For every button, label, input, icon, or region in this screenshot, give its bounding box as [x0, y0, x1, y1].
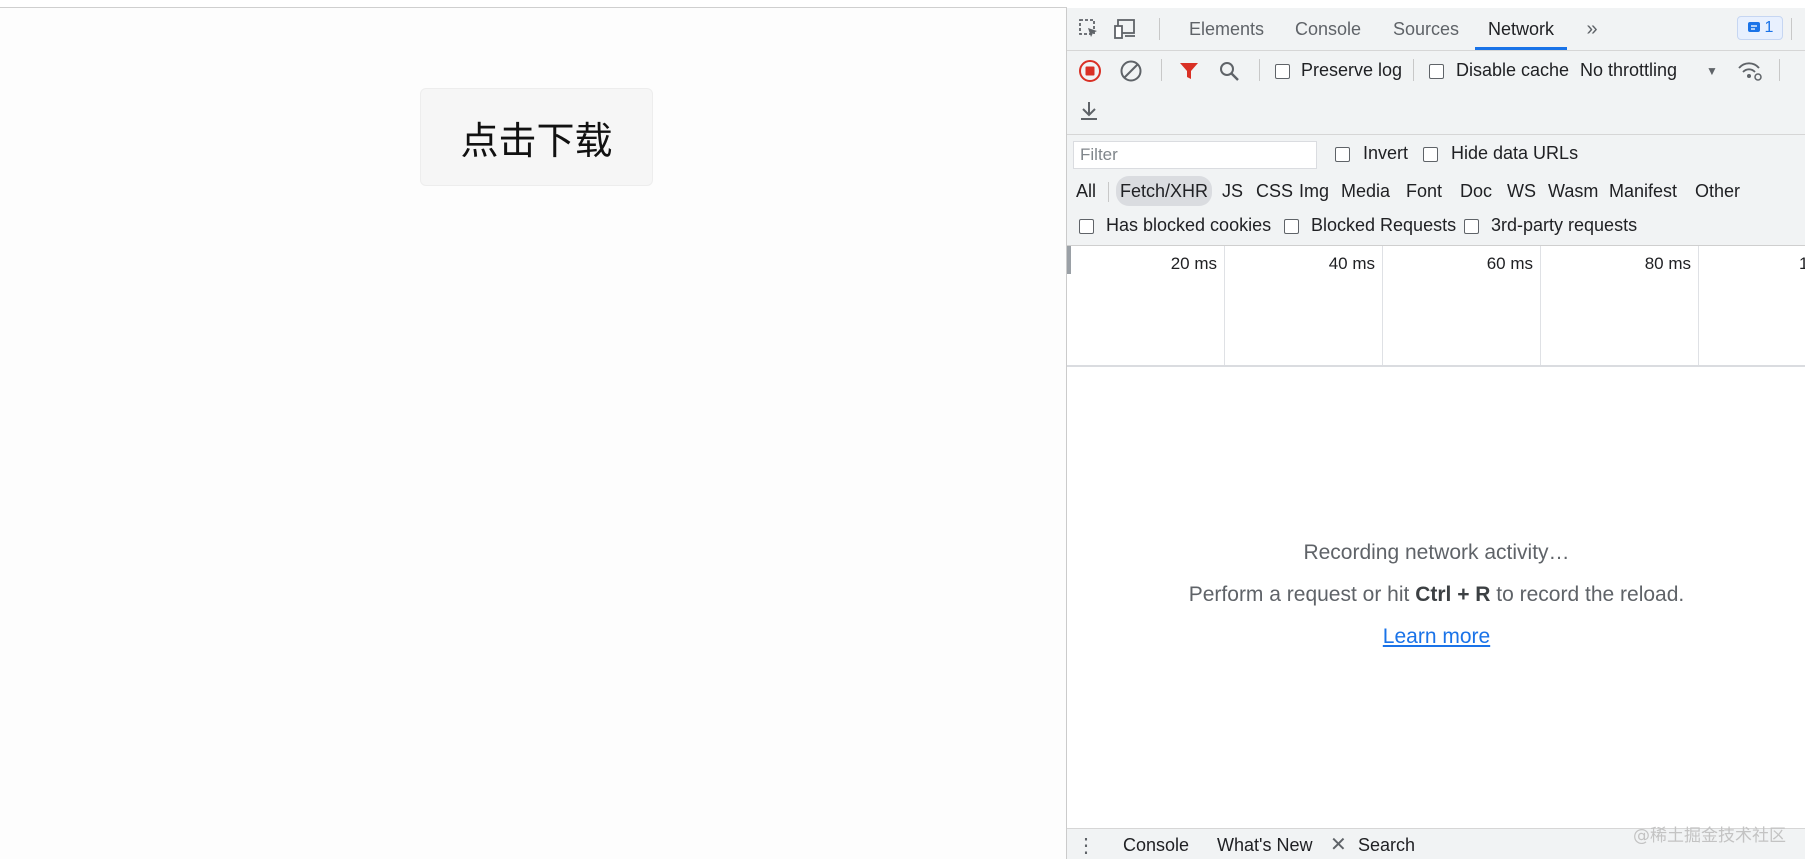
- devtools-tab-strip: Elements Console Sources Network » 1: [1067, 8, 1805, 51]
- timeline-tick-label: 1: [1799, 254, 1805, 274]
- type-filter-css[interactable]: CSS: [1252, 176, 1297, 206]
- watermark: @稀土掘金技术社区: [1633, 826, 1786, 846]
- type-filter-ws[interactable]: WS: [1503, 176, 1540, 206]
- type-filter-js[interactable]: JS: [1218, 176, 1247, 206]
- search-icon[interactable]: [1217, 59, 1241, 83]
- inspect-element-icon[interactable]: [1077, 17, 1101, 41]
- timeline-tick-label: 80 ms: [1644, 254, 1691, 273]
- type-filter-all[interactable]: All: [1072, 176, 1100, 206]
- timeline-overview[interactable]: 20 ms 40 ms 60 ms 80 ms 1: [1067, 246, 1805, 367]
- timeline-tick-label: 20 ms: [1170, 254, 1217, 273]
- type-filter-img[interactable]: Img: [1295, 176, 1333, 206]
- download-har-icon[interactable]: [1077, 99, 1101, 123]
- disable-cache-checkbox[interactable]: [1429, 64, 1444, 79]
- tab-separator: [1791, 18, 1792, 40]
- third-party-label: 3rd-party requests: [1491, 215, 1638, 235]
- device-toolbar-icon[interactable]: [1113, 17, 1139, 41]
- type-filter-font[interactable]: Font: [1402, 176, 1446, 206]
- page-viewport: 点击下载: [0, 8, 1066, 859]
- throttling-select[interactable]: No throttling: [1580, 60, 1677, 81]
- timeline-tick-label: 60 ms: [1486, 254, 1533, 273]
- blocked-cookies-checkbox[interactable]: [1079, 219, 1094, 234]
- tab-network[interactable]: Network: [1475, 8, 1568, 50]
- filter-bar: Invert Hide data URLs All Fetch/XHR JS C…: [1067, 135, 1805, 246]
- drawer-tab-console[interactable]: Console: [1123, 829, 1189, 859]
- network-conditions-icon[interactable]: [1737, 59, 1763, 83]
- drawer-tab-whats-new[interactable]: What's New: [1217, 829, 1312, 859]
- type-filter-doc[interactable]: Doc: [1456, 176, 1496, 206]
- tab-sources[interactable]: Sources: [1393, 8, 1459, 50]
- toolbar-separator: [1413, 59, 1414, 81]
- timeline-tick-label: 40 ms: [1328, 254, 1375, 273]
- toolbar-separator: [1779, 59, 1780, 81]
- reload-hint-suffix: to record the reload.: [1490, 583, 1685, 606]
- type-filter-wasm[interactable]: Wasm: [1544, 176, 1602, 206]
- type-filter-other[interactable]: Other: [1691, 176, 1744, 206]
- chevron-down-icon[interactable]: ▼: [1705, 61, 1719, 81]
- filter-icon[interactable]: [1177, 59, 1201, 83]
- blocked-requests-label: Blocked Requests: [1311, 215, 1457, 235]
- stop-recording-icon[interactable]: [1078, 59, 1102, 83]
- issues-badge[interactable]: 1: [1737, 16, 1783, 40]
- toolbar-separator: [1161, 59, 1162, 81]
- tab-console[interactable]: Console: [1295, 8, 1361, 50]
- reload-shortcut: Ctrl + R: [1415, 583, 1491, 606]
- invert-label: Invert: [1363, 143, 1409, 163]
- filter-input[interactable]: [1073, 141, 1317, 169]
- drawer-tab-search[interactable]: Search: [1358, 829, 1415, 859]
- blocked-requests-checkbox[interactable]: [1284, 219, 1299, 234]
- reload-hint: Perform a request or hit Ctrl + R to rec…: [1067, 583, 1805, 607]
- learn-more-link[interactable]: Learn more: [1383, 625, 1490, 648]
- type-separator: [1108, 182, 1109, 202]
- tab-separator: [1159, 18, 1160, 40]
- devtools-panel: Elements Console Sources Network » 1 Pre…: [1066, 8, 1805, 859]
- type-filter-manifest[interactable]: Manifest: [1605, 176, 1681, 206]
- hide-data-urls-label: Hide data URLs: [1451, 143, 1579, 163]
- message-icon: [1747, 22, 1760, 32]
- drawer-menu-icon[interactable]: ⋮: [1076, 833, 1096, 857]
- download-button[interactable]: 点击下载: [420, 88, 653, 186]
- disable-cache-label: Disable cache: [1456, 60, 1570, 80]
- clear-icon[interactable]: [1119, 59, 1143, 83]
- third-party-checkbox[interactable]: [1464, 219, 1479, 234]
- learn-more-row: Learn more: [1067, 625, 1805, 649]
- type-filter-fetch-xhr[interactable]: Fetch/XHR: [1116, 176, 1213, 206]
- tab-elements[interactable]: Elements: [1189, 8, 1264, 50]
- reload-hint-prefix: Perform a request or hit: [1188, 583, 1416, 606]
- toolbar-separator: [1259, 59, 1260, 81]
- network-toolbar: Preserve log Disable cache No throttling…: [1067, 51, 1805, 135]
- issues-count: 1: [1764, 19, 1774, 36]
- requests-empty-state: Recording network activity… Perform a re…: [1067, 367, 1805, 827]
- preserve-log-label: Preserve log: [1301, 60, 1403, 80]
- preserve-log-checkbox[interactable]: [1275, 64, 1290, 79]
- invert-checkbox[interactable]: [1335, 147, 1350, 162]
- type-filter-media[interactable]: Media: [1337, 176, 1394, 206]
- close-icon[interactable]: ✕: [1330, 829, 1347, 859]
- recording-message: Recording network activity…: [1303, 541, 1570, 564]
- hide-data-urls-checkbox[interactable]: [1423, 147, 1438, 162]
- blocked-cookies-label: Has blocked cookies: [1106, 215, 1272, 235]
- more-tabs-icon[interactable]: »: [1581, 18, 1603, 40]
